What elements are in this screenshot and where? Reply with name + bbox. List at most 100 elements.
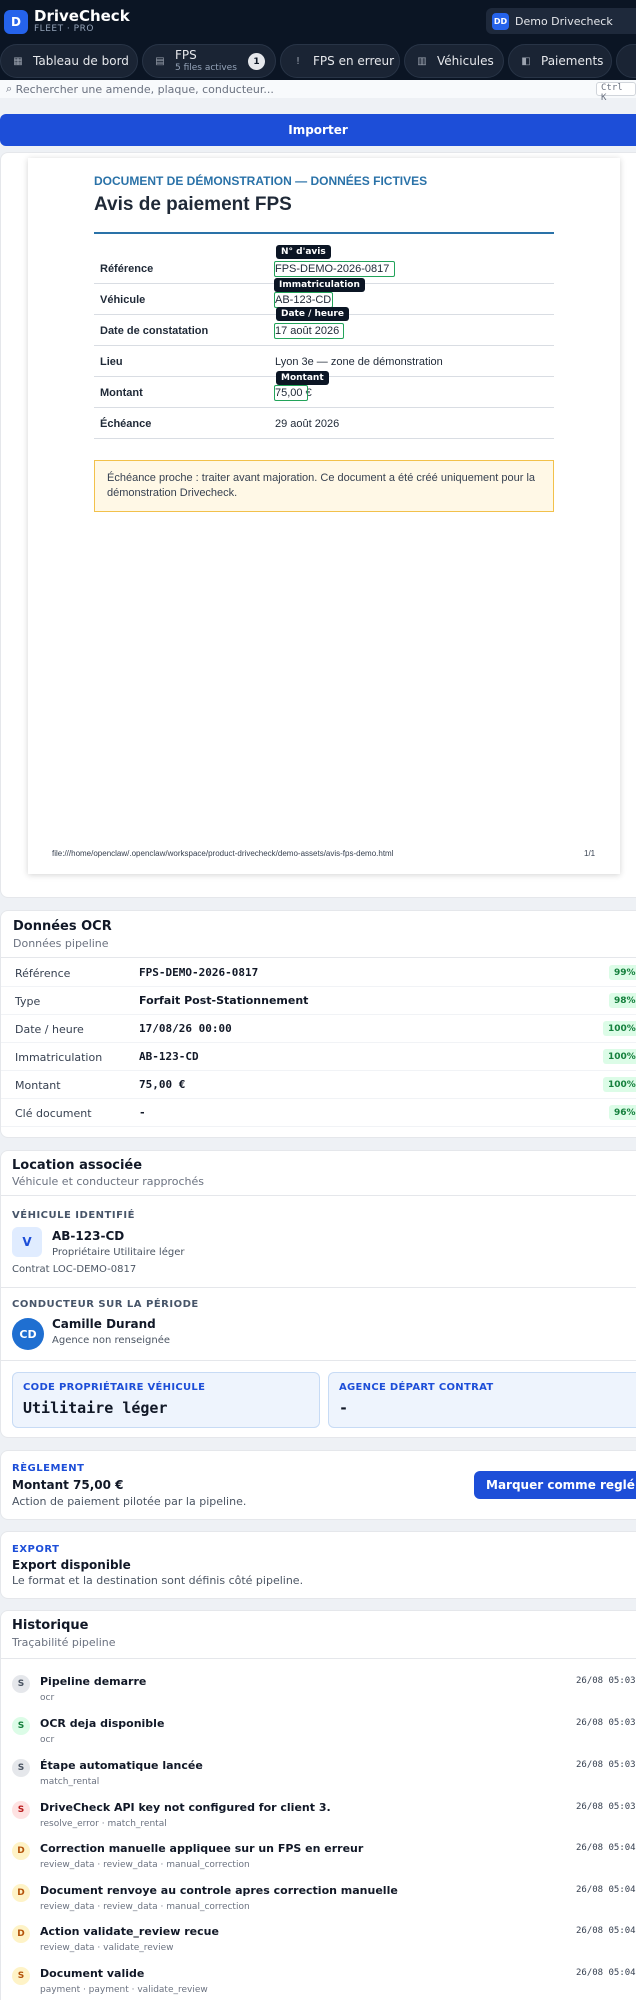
event-time: 26/08 05:03 <box>576 1802 636 1812</box>
document-row-label: Échéance <box>100 418 152 430</box>
event-status-icon: D <box>12 1925 30 1943</box>
search-bar[interactable]: ⌕ Rechercher une amende, plaque, conduct… <box>0 80 636 103</box>
history-title: Historique <box>12 1618 89 1633</box>
ocr-field-value: AB-123-CD <box>139 1050 199 1063</box>
app-logo[interactable]: D <box>4 10 28 34</box>
event-time: 26/08 05:04 <box>576 1926 636 1936</box>
ocr-tag-date: Date / heure <box>276 307 349 321</box>
ocr-highlight-amount[interactable] <box>274 385 308 401</box>
vehicle-section-caption: VÉHICULE IDENTIFIÉ <box>12 1210 135 1221</box>
document-page-number: 1/1 <box>584 849 596 858</box>
app-name: DriveCheck <box>34 7 130 25</box>
event-status-icon: S <box>12 1717 30 1735</box>
event-detail: review_data · review_data · manual_corre… <box>40 1860 250 1870</box>
ocr-field-value: FPS-DEMO-2026-0817 <box>139 966 259 979</box>
divider <box>0 1658 636 1659</box>
history-event: S OCR deja disponible ocr 26/08 05:03 <box>0 1715 636 1757</box>
ocr-highlight-date[interactable] <box>274 323 344 339</box>
event-title: Document renvoye au controle apres corre… <box>40 1884 398 1897</box>
ocr-card: Données OCR Données pipeline Référence F… <box>0 910 636 1138</box>
event-title: DriveCheck API key not configured for cl… <box>40 1801 331 1814</box>
nav-item-payments[interactable]: ◧ Paiements <box>508 44 612 78</box>
export-note: Le format et la destination sont définis… <box>12 1574 304 1587</box>
divider <box>1 957 636 958</box>
event-status-icon: S <box>12 1759 30 1777</box>
event-title: OCR deja disponible <box>40 1717 165 1730</box>
deadline-warning: Échéance proche : traiter avant majorati… <box>94 460 554 512</box>
ocr-field-label: Immatriculation <box>15 1051 103 1064</box>
top-bar: D DriveCheck FLEET · PRO DD Demo Drivech… <box>0 0 636 86</box>
ocr-field-value: 75,00 € <box>139 1078 186 1091</box>
event-detail: review_data · validate_review <box>40 1943 174 1953</box>
search-input[interactable]: Rechercher une amende, plaque, conducteu… <box>16 83 274 96</box>
ocr-tag-amount: Montant <box>276 371 329 385</box>
history-event: S Étape automatique lancée match_rental … <box>0 1757 636 1799</box>
history-subtitle: Traçabilité pipeline <box>12 1636 116 1649</box>
event-time: 26/08 05:04 <box>576 1885 636 1895</box>
search-icon: ⌕ <box>6 82 16 95</box>
dashboard-icon: ▦ <box>13 55 23 67</box>
nav-item-more[interactable] <box>616 44 636 78</box>
driver-agency: Agence non renseignée <box>52 1335 170 1346</box>
ocr-highlight-reference[interactable] <box>274 261 395 277</box>
event-status-icon: S <box>12 1967 30 1985</box>
event-title: Étape automatique lancée <box>40 1759 203 1772</box>
document-row-value: 29 août 2026 <box>275 418 340 430</box>
owner-code-value: Utilitaire léger <box>23 1399 168 1417</box>
ocr-row: Immatriculation AB-123-CD 100% <box>1 1043 636 1071</box>
divider <box>0 1287 636 1288</box>
event-status-icon: S <box>12 1675 30 1693</box>
event-status-icon: D <box>12 1884 30 1902</box>
agency-value: - <box>339 1399 349 1417</box>
ocr-title: Données OCR <box>13 919 112 934</box>
ocr-field-value: 17/08/26 00:00 <box>139 1022 232 1035</box>
history-event: D Action validate_review recue review_da… <box>0 1923 636 1965</box>
document-footer-path: file:///home/openclaw/.openclaw/workspac… <box>52 849 394 858</box>
event-time: 26/08 05:03 <box>576 1676 636 1686</box>
confidence-badge: 100% <box>603 1077 636 1092</box>
event-time: 26/08 05:04 <box>576 1968 636 1978</box>
event-time: 26/08 05:04 <box>576 1843 636 1853</box>
vehicle-icon: V <box>12 1227 42 1257</box>
event-detail: ocr <box>40 1735 55 1745</box>
app-subtitle: FLEET · PRO <box>34 24 94 34</box>
main-nav: ▦ Tableau de bord ▤ FPS 5 files actives … <box>0 44 636 78</box>
nav-item-dashboard[interactable]: ▦ Tableau de bord <box>0 44 138 78</box>
contract-reference: Contrat LOC-DEMO-0817 <box>12 1264 137 1275</box>
import-button[interactable]: Importer <box>0 114 636 146</box>
event-detail: payment · payment · validate_review <box>40 1985 208 1995</box>
ocr-row: Type Forfait Post-Stationnement 98% <box>1 987 636 1015</box>
nav-item-fps-errors[interactable]: ! FPS en erreur <box>280 44 400 78</box>
confidence-badge: 100% <box>603 1049 636 1064</box>
document-divider <box>94 232 554 234</box>
history-event: D Document renvoye au controle apres cor… <box>0 1882 636 1924</box>
divider <box>0 1195 636 1196</box>
document-row-label: Véhicule <box>100 294 146 306</box>
history-event: S DriveCheck API key not configured for … <box>0 1799 636 1841</box>
ocr-subtitle: Données pipeline <box>13 937 109 950</box>
nav-item-fps[interactable]: ▤ FPS 5 files actives 1 <box>142 44 276 78</box>
history-event: S Pipeline demarre ocr 26/08 05:03 <box>0 1673 636 1715</box>
count-badge: 1 <box>248 53 265 70</box>
vehicle-plate[interactable]: AB-123-CD <box>52 1229 124 1243</box>
driver-name[interactable]: Camille Durand <box>52 1317 156 1331</box>
ocr-row: Référence FPS-DEMO-2026-0817 99% <box>1 959 636 987</box>
nav-sublabel: 5 files actives <box>175 62 237 73</box>
owner-code-caption: CODE PROPRIÉTAIRE VÉHICULE <box>23 1382 206 1393</box>
ocr-highlight-plate[interactable] <box>274 292 333 308</box>
payment-note: Action de paiement pilotée par la pipeli… <box>12 1495 247 1508</box>
vehicle-owner: Propriétaire Utilitaire léger <box>52 1247 185 1258</box>
document-row-label: Montant <box>100 387 143 399</box>
ocr-field-label: Date / heure <box>15 1023 84 1036</box>
document-row-value: Lyon 3e — zone de démonstration <box>275 356 443 368</box>
org-switcher[interactable]: DD Demo Drivecheck <box>486 8 636 34</box>
driver-avatar: CD <box>12 1318 44 1350</box>
nav-item-vehicles[interactable]: ▥ Véhicules <box>404 44 504 78</box>
nav-label: Paiements <box>541 54 604 68</box>
confidence-badge: 98% <box>609 993 636 1008</box>
payment-caption: RÈGLEMENT <box>12 1463 85 1474</box>
ocr-field-value: Forfait Post-Stationnement <box>139 994 309 1007</box>
rental-subtitle: Véhicule et conducteur rapprochés <box>12 1175 204 1188</box>
mark-paid-button[interactable]: Marquer comme reglé <box>474 1471 636 1499</box>
payment-amount: Montant 75,00 € <box>12 1478 124 1492</box>
